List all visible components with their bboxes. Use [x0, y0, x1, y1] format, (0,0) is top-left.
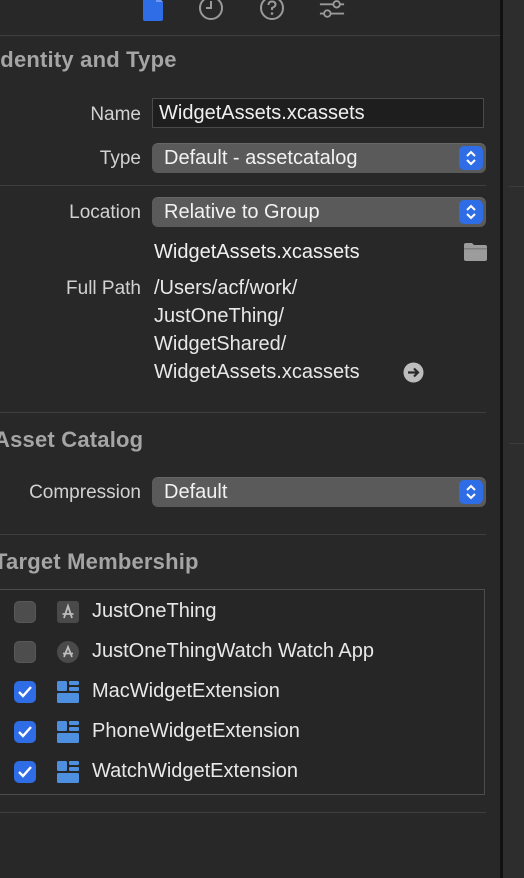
target-row-phone-widget-extension[interactable]: PhoneWidgetExtension: [0, 714, 479, 750]
full-path-line: WidgetAssets.xcassets: [154, 361, 360, 383]
attributes-sliders-icon: [319, 0, 345, 18]
checkmark-icon: [18, 766, 32, 778]
tab-help-inspector[interactable]: [259, 0, 285, 22]
target-checkbox[interactable]: [14, 641, 36, 663]
target-membership-list: JustOneThing JustOneThingWatch Watch App…: [0, 589, 485, 795]
location-popup[interactable]: Relative to Group: [152, 197, 486, 227]
widget-extension-icon: [57, 721, 79, 743]
compression-popup-value: Default: [164, 481, 228, 503]
target-label: JustOneThingWatch Watch App: [92, 640, 374, 662]
help-question-icon: [260, 0, 284, 20]
divider: [0, 812, 486, 813]
target-checkbox-checked[interactable]: [14, 681, 36, 703]
target-label: JustOneThing: [92, 600, 217, 622]
type-popup[interactable]: Default - assetcatalog: [152, 143, 486, 173]
target-label: MacWidgetExtension: [92, 680, 280, 702]
tab-attributes-inspector[interactable]: [319, 0, 345, 22]
watch-app-icon: [57, 641, 79, 663]
name-field[interactable]: WidgetAssets.xcassets: [152, 98, 484, 128]
target-row-watch-widget-extension[interactable]: WatchWidgetExtension: [0, 754, 479, 790]
app-icon: [57, 601, 79, 623]
target-checkbox-checked[interactable]: [14, 721, 36, 743]
history-clock-icon: [199, 0, 223, 20]
chevron-updown-icon: [459, 480, 483, 504]
divider: [0, 35, 500, 36]
target-checkbox-checked[interactable]: [14, 761, 36, 783]
widget-extension-icon: [57, 761, 79, 783]
reveal-in-finder-arrow-icon[interactable]: [403, 362, 424, 383]
inspector-tab-bar: [0, 0, 500, 34]
location-popup-value: Relative to Group: [164, 201, 320, 223]
full-path-line: /Users/acf/work/: [154, 277, 298, 299]
location-label: Location: [69, 202, 141, 223]
section-title-identity: Identity and Type: [0, 47, 177, 72]
full-path-line: JustOneThing/: [154, 305, 285, 327]
divider: [0, 534, 486, 535]
file-inspector-panel: Identity and Type Name WidgetAssets.xcas…: [0, 0, 500, 878]
target-row-justonething[interactable]: JustOneThing: [0, 594, 479, 630]
full-path-line: WidgetShared/: [154, 333, 287, 355]
chevron-updown-icon: [459, 146, 483, 170]
divider: [0, 185, 486, 186]
divider: [0, 412, 486, 413]
checkmark-icon: [18, 726, 32, 738]
section-title-asset-catalog: Asset Catalog: [0, 427, 144, 452]
target-label: PhoneWidgetExtension: [92, 720, 300, 742]
type-popup-value: Default - assetcatalog: [164, 147, 358, 169]
type-label: Type: [99, 148, 141, 169]
tab-history-inspector[interactable]: [198, 0, 224, 22]
compression-popup[interactable]: Default: [152, 477, 486, 507]
target-label: WatchWidgetExtension: [92, 760, 299, 782]
compression-label: Compression: [29, 482, 141, 503]
tab-file-inspector[interactable]: [140, 0, 166, 22]
full-path-label: Full Path: [66, 278, 141, 299]
target-checkbox[interactable]: [14, 601, 36, 623]
folder-icon[interactable]: [463, 242, 488, 262]
target-row-mac-widget-extension[interactable]: MacWidgetExtension: [0, 674, 479, 710]
section-title-target-membership: Target Membership: [0, 549, 199, 574]
file-icon: [143, 0, 163, 21]
chevron-updown-icon: [459, 200, 483, 224]
adjacent-pane-edge: [503, 0, 524, 878]
location-file-name: WidgetAssets.xcassets: [154, 241, 360, 263]
checkmark-icon: [18, 686, 32, 698]
target-row-justonething-watch-app[interactable]: JustOneThingWatch Watch App: [0, 634, 479, 670]
name-label: Name: [90, 104, 141, 125]
widget-extension-icon: [57, 681, 79, 703]
